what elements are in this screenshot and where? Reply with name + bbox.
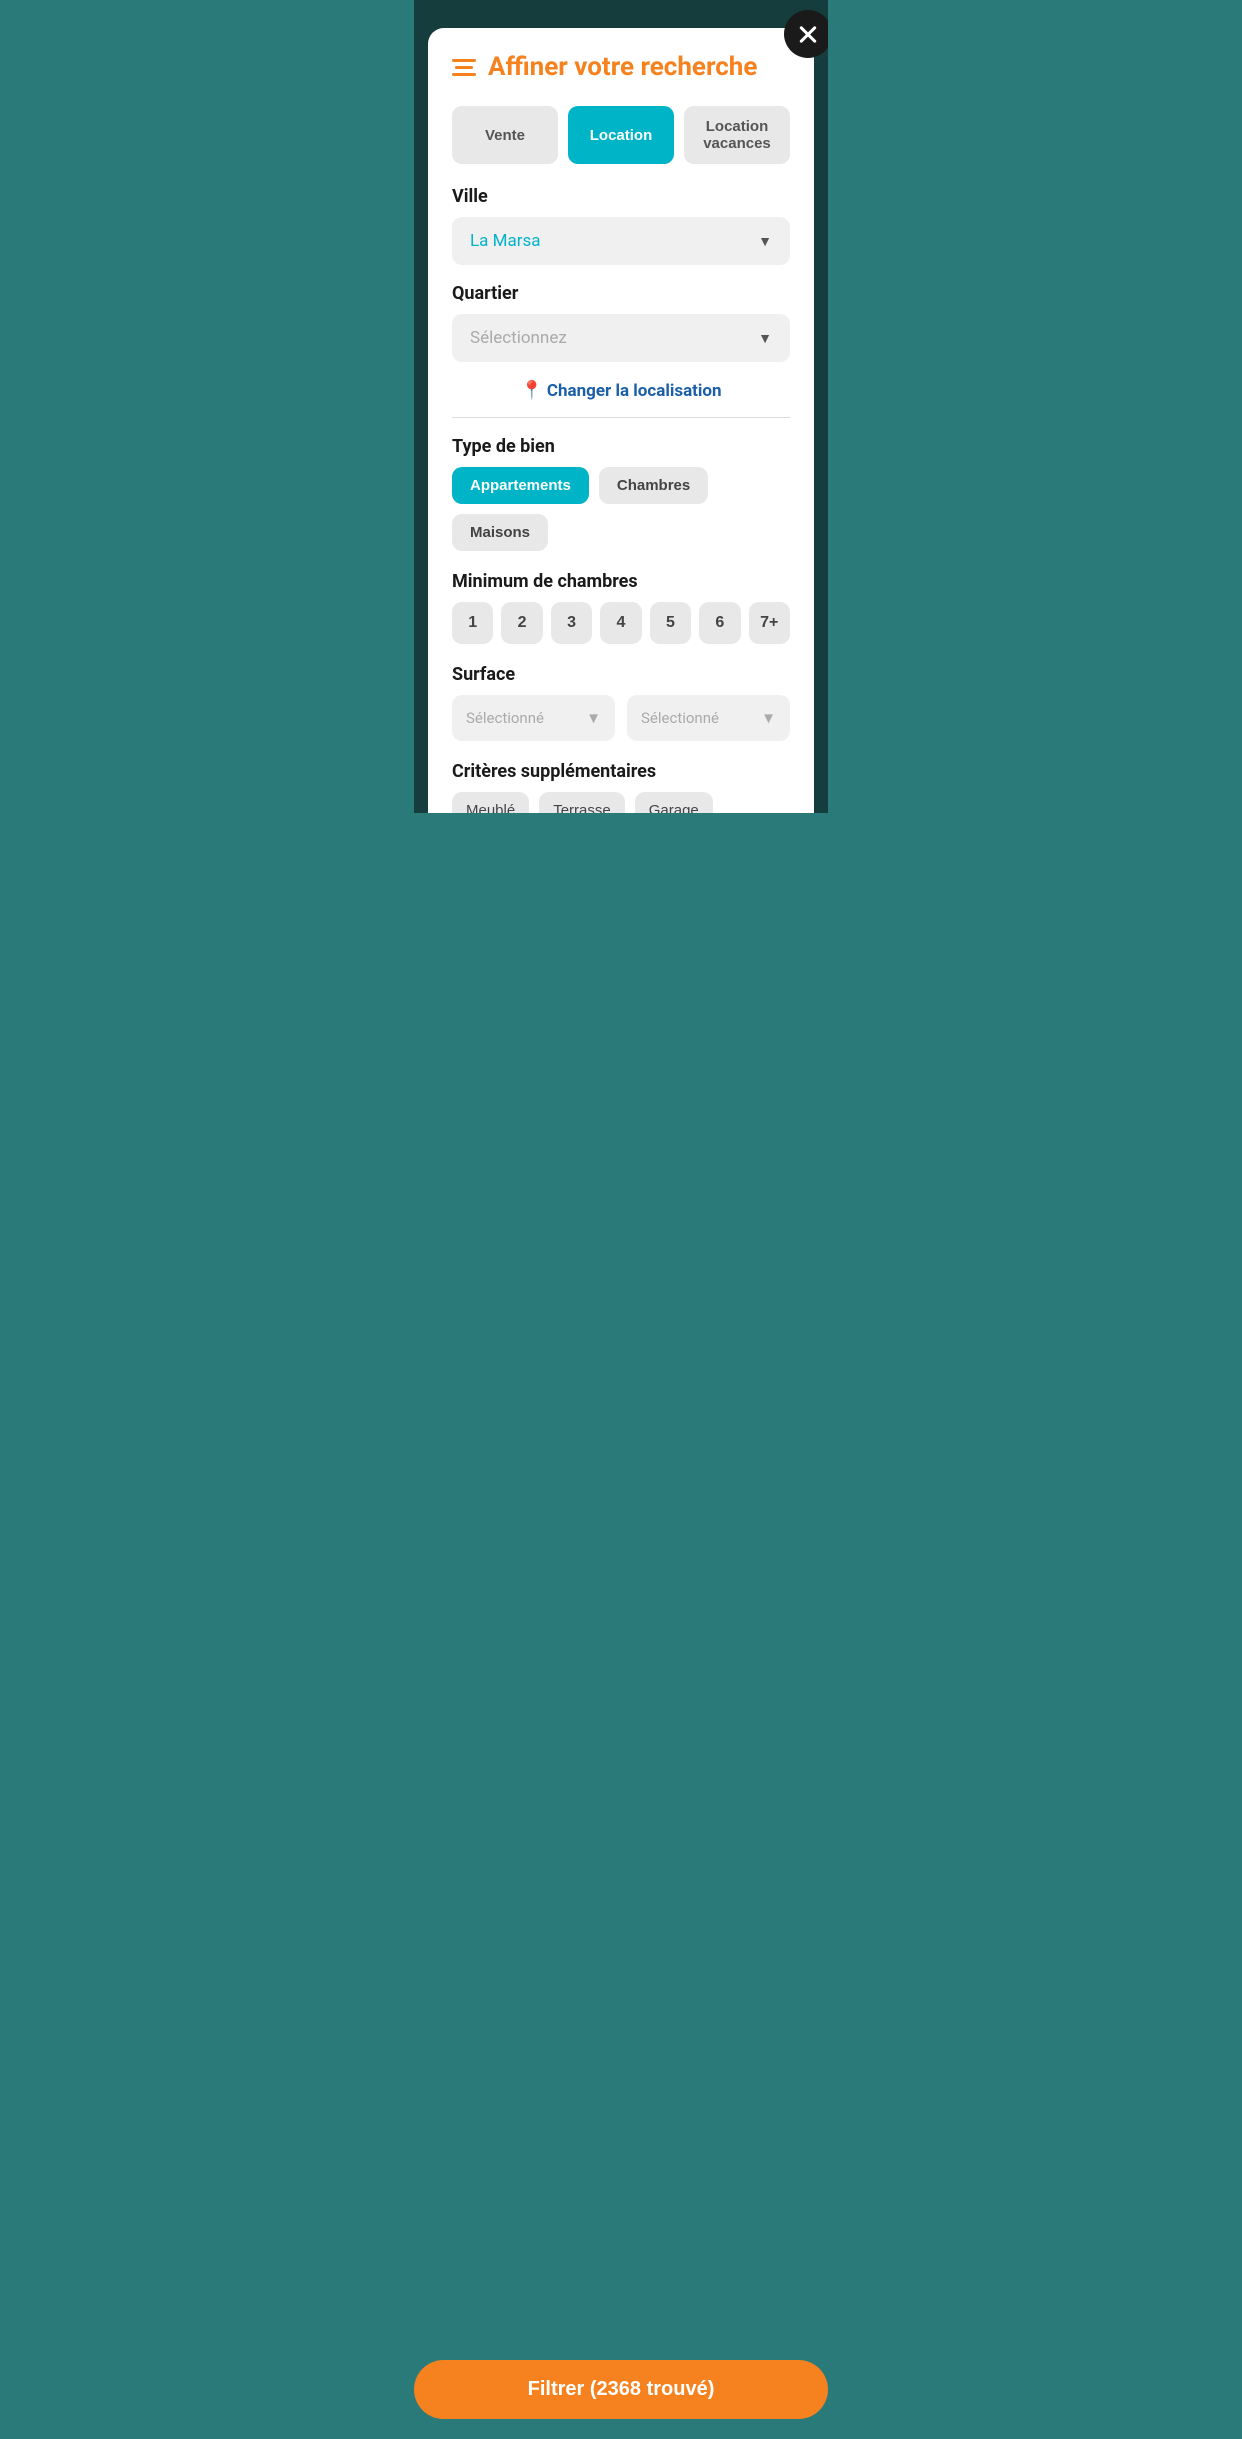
modal-header: Affiner votre recherche [452,52,790,82]
tab-location[interactable]: Location [568,106,674,164]
surface-row: Sélectionné ▼ Sélectionné ▼ [452,695,790,741]
surface-min-placeholder: Sélectionné [466,709,544,727]
filter-button-container: Filtrer (2368 trouvé) [0,2348,1242,2439]
tab-vente[interactable]: Vente [452,106,558,164]
quartier-label: Quartier [452,283,790,304]
type-bien-label: Type de bien [452,436,790,457]
location-pin-icon: 📍 [520,380,542,401]
type-bien-chips: Appartements Chambres Maisons [452,467,790,551]
modal-title: Affiner votre recherche [488,52,757,82]
criteria-garage[interactable]: Garage [635,792,713,813]
ville-dropdown-arrow: ▼ [758,233,772,250]
ville-label: Ville [452,186,790,207]
num-btn-6[interactable]: 6 [699,602,740,644]
min-chambres-label: Minimum de chambres [452,571,790,592]
location-link-text: Changer la localisation [547,381,722,401]
quartier-placeholder: Sélectionnez [470,328,567,348]
criteria-row: Meublé Terrasse Garage Piscine Jardin [452,792,790,813]
chip-chambres[interactable]: Chambres [599,467,708,504]
criteria-terrasse[interactable]: Terrasse [539,792,625,813]
tab-location-vacances[interactable]: Location vacances [684,106,790,164]
tab-row: Vente Location Location vacances [452,106,790,164]
surface-min-arrow: ▼ [586,709,601,727]
num-btn-7plus[interactable]: 7+ [749,602,790,644]
chip-appartements[interactable]: Appartements [452,467,589,504]
ville-selected: La Marsa [470,231,541,251]
filter-icon [452,59,476,76]
change-location-link[interactable]: 📍 Changer la localisation [520,380,721,401]
surface-min-dropdown[interactable]: Sélectionné ▼ [452,695,615,741]
chambres-number-row: 1 2 3 4 5 6 7+ [452,602,790,644]
surface-max-placeholder: Sélectionné [641,709,719,727]
criteria-meuble[interactable]: Meublé [452,792,529,813]
surface-label: Surface [452,664,790,685]
divider [452,417,790,418]
filter-button[interactable]: Filtrer (2368 trouvé) [414,2360,828,2419]
quartier-dropdown[interactable]: Sélectionnez ▼ [452,314,790,362]
surface-max-dropdown[interactable]: Sélectionné ▼ [627,695,790,741]
num-btn-1[interactable]: 1 [452,602,493,644]
num-btn-5[interactable]: 5 [650,602,691,644]
surface-max-arrow: ▼ [761,709,776,727]
quartier-dropdown-arrow: ▼ [758,330,772,347]
chip-maisons[interactable]: Maisons [452,514,548,551]
filter-modal: Affiner votre recherche Vente Location L… [428,28,814,813]
num-btn-3[interactable]: 3 [551,602,592,644]
close-button[interactable] [784,10,828,58]
location-link-container: 📍 Changer la localisation [452,380,790,401]
num-btn-4[interactable]: 4 [600,602,641,644]
criteres-label: Critères supplémentaires [452,761,790,782]
num-btn-2[interactable]: 2 [501,602,542,644]
ville-dropdown[interactable]: La Marsa ▼ [452,217,790,265]
